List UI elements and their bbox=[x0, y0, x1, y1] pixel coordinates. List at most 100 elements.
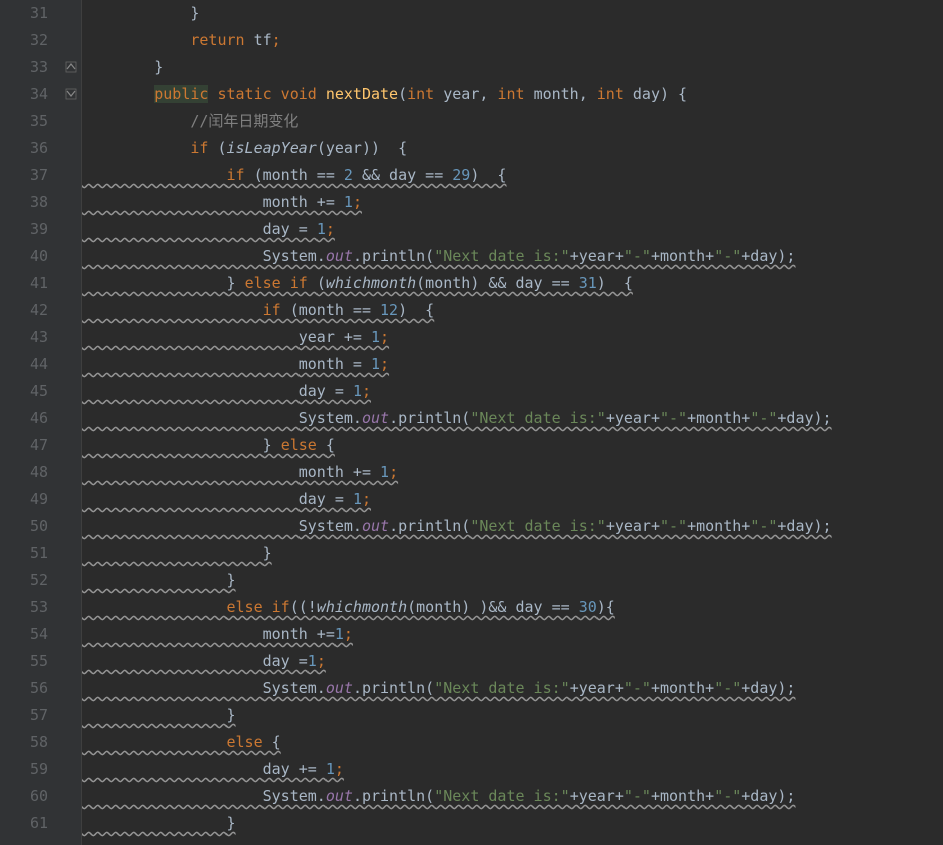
warning-underline: ~~~~~~~~~~~~~~~~~~~~~~~~~~~~~~~~~~~~~~~~… bbox=[82, 641, 418, 645]
token-param: month bbox=[534, 85, 579, 103]
token-kw: static void bbox=[217, 85, 325, 103]
warning-underline: ~~~~~~~~~~~~~~~~~~~~~~~~~~~~~~~~~~~~~~~~… bbox=[82, 290, 692, 294]
token-punc: } bbox=[154, 58, 163, 76]
line-number: 61 bbox=[0, 810, 48, 837]
warning-underline: ~~~~~~~~~~~~~~~~~~~~~~~~~~~~~~~~~~~~~~~~… bbox=[82, 722, 298, 726]
warning-underline: ~~~~~~~~~~~~~~~~~~~~~~~~~~~~~~~~~~~~~~~~… bbox=[82, 587, 298, 591]
line-number: 47 bbox=[0, 432, 48, 459]
code-line[interactable]: }~~~~~~~~~~~~~~~~~~~~~~~~~~~~~~~~~~~~~~~… bbox=[82, 540, 943, 567]
line-number: 52 bbox=[0, 567, 48, 594]
code-line[interactable]: System.out.println("Next date is:"+year+… bbox=[82, 243, 943, 270]
code-line[interactable]: } bbox=[82, 54, 943, 81]
code-line[interactable]: //闰年日期变化 bbox=[82, 108, 943, 135]
code-line[interactable]: month += 1;~~~~~~~~~~~~~~~~~~~~~~~~~~~~~… bbox=[82, 189, 943, 216]
code-line[interactable]: day =1;~~~~~~~~~~~~~~~~~~~~~~~~~~~~~~~~~… bbox=[82, 648, 943, 675]
code-line[interactable]: System.out.println("Next date is:"+year+… bbox=[82, 675, 943, 702]
code-editor[interactable]: 3132333435363738394041424344454647484950… bbox=[0, 0, 943, 845]
code-line[interactable]: }~~~~~~~~~~~~~~~~~~~~~~~~~~~~~~~~~~~~~~~… bbox=[82, 810, 943, 837]
code-line[interactable]: } bbox=[82, 0, 943, 27]
token-punc: , bbox=[579, 85, 597, 103]
warning-underline: ~~~~~~~~~~~~~~~~~~~~~~~~~~~~~~~~~~~~~~~~… bbox=[82, 749, 344, 753]
code-line[interactable]: System.out.println("Next date is:"+year+… bbox=[82, 513, 943, 540]
code-line[interactable]: } else {~~~~~~~~~~~~~~~~~~~~~~~~~~~~~~~~… bbox=[82, 432, 943, 459]
line-number: 59 bbox=[0, 756, 48, 783]
warning-underline: ~~~~~~~~~~~~~~~~~~~~~~~~~~~~~~~~~~~~~~~~… bbox=[82, 614, 682, 618]
code-line[interactable]: if (isLeapYear(year)) { bbox=[82, 135, 943, 162]
warning-underline: ~~~~~~~~~~~~~~~~~~~~~~~~~~~~~~~~~~~~~~~~… bbox=[82, 263, 862, 267]
code-line[interactable]: day = 1;~~~~~~~~~~~~~~~~~~~~~~~~~~~~~~~~… bbox=[82, 216, 943, 243]
code-line[interactable]: else if((!whichmonth(month) )&& day == 3… bbox=[82, 594, 943, 621]
line-number: 55 bbox=[0, 648, 48, 675]
line-number: 42 bbox=[0, 297, 48, 324]
code-line[interactable]: day = 1;~~~~~~~~~~~~~~~~~~~~~~~~~~~~~~~~… bbox=[82, 378, 943, 405]
token-punc: ) { bbox=[660, 85, 687, 103]
line-number: 33 bbox=[0, 54, 48, 81]
code-line[interactable]: System.out.println("Next date is:"+year+… bbox=[82, 783, 943, 810]
warning-underline: ~~~~~~~~~~~~~~~~~~~~~~~~~~~~~~~~~~~~~~~~… bbox=[82, 560, 334, 564]
token-kw: return bbox=[190, 31, 253, 49]
line-number: 56 bbox=[0, 675, 48, 702]
warning-underline: ~~~~~~~~~~~~~~~~~~~~~~~~~~~~~~~~~~~~~~~~… bbox=[82, 506, 434, 510]
line-number: 36 bbox=[0, 135, 48, 162]
code-line[interactable]: month +=1;~~~~~~~~~~~~~~~~~~~~~~~~~~~~~~… bbox=[82, 621, 943, 648]
line-number: 53 bbox=[0, 594, 48, 621]
code-line[interactable]: public static void nextDate(int year, in… bbox=[82, 81, 943, 108]
line-number: 58 bbox=[0, 729, 48, 756]
code-line[interactable]: } else if (whichmonth(month) && day == 3… bbox=[82, 270, 943, 297]
token-kw: if bbox=[190, 139, 217, 157]
warning-underline: ~~~~~~~~~~~~~~~~~~~~~~~~~~~~~~~~~~~~~~~~… bbox=[82, 776, 403, 780]
fold-open-icon[interactable] bbox=[64, 88, 78, 102]
line-number: 44 bbox=[0, 351, 48, 378]
warning-underline: ~~~~~~~~~~~~~~~~~~~~~~~~~~~~~~~~~~~~~~~~… bbox=[82, 452, 400, 456]
line-number: 51 bbox=[0, 540, 48, 567]
line-number: 45 bbox=[0, 378, 48, 405]
line-number: 60 bbox=[0, 783, 48, 810]
line-number: 43 bbox=[0, 324, 48, 351]
code-line[interactable]: day += 1;~~~~~~~~~~~~~~~~~~~~~~~~~~~~~~~… bbox=[82, 756, 943, 783]
warning-underline: ~~~~~~~~~~~~~~~~~~~~~~~~~~~~~~~~~~~~~~~~… bbox=[82, 344, 450, 348]
token-punc: ( bbox=[398, 85, 407, 103]
line-number: 38 bbox=[0, 189, 48, 216]
warning-underline: ~~~~~~~~~~~~~~~~~~~~~~~~~~~~~~~~~~~~~~~~… bbox=[82, 695, 862, 699]
code-line[interactable]: return tf; bbox=[82, 27, 943, 54]
token-punc: ( bbox=[217, 139, 226, 157]
token-kw-hl: public bbox=[154, 85, 208, 103]
code-line[interactable]: if (month == 12) {~~~~~~~~~~~~~~~~~~~~~~… bbox=[82, 297, 943, 324]
line-number-gutter: 3132333435363738394041424344454647484950… bbox=[0, 0, 60, 845]
warning-underline: ~~~~~~~~~~~~~~~~~~~~~~~~~~~~~~~~~~~~~~~~… bbox=[82, 371, 452, 375]
token-param: year bbox=[443, 85, 479, 103]
line-number: 37 bbox=[0, 162, 48, 189]
token-param: day bbox=[633, 85, 660, 103]
fold-close-icon[interactable] bbox=[64, 61, 78, 75]
code-line[interactable]: if (month == 2 && day == 29) {~~~~~~~~~~… bbox=[82, 162, 943, 189]
warning-underline: ~~~~~~~~~~~~~~~~~~~~~~~~~~~~~~~~~~~~~~~~… bbox=[82, 317, 492, 321]
code-line[interactable]: day = 1;~~~~~~~~~~~~~~~~~~~~~~~~~~~~~~~~… bbox=[82, 486, 943, 513]
warning-underline: ~~~~~~~~~~~~~~~~~~~~~~~~~~~~~~~~~~~~~~~~… bbox=[82, 236, 396, 240]
line-number: 50 bbox=[0, 513, 48, 540]
token-ident-italic: isLeapYear bbox=[227, 139, 317, 157]
warning-underline: ~~~~~~~~~~~~~~~~~~~~~~~~~~~~~~~~~~~~~~~~… bbox=[82, 668, 387, 672]
code-line[interactable]: else {~~~~~~~~~~~~~~~~~~~~~~~~~~~~~~~~~~… bbox=[82, 729, 943, 756]
token-param: tf bbox=[254, 31, 272, 49]
warning-underline: ~~~~~~~~~~~~~~~~~~~~~~~~~~~~~~~~~~~~~~~~… bbox=[82, 803, 862, 807]
token-punc: (year)) { bbox=[317, 139, 407, 157]
line-number: 48 bbox=[0, 459, 48, 486]
line-number: 40 bbox=[0, 243, 48, 270]
line-number: 57 bbox=[0, 702, 48, 729]
token-fn: nextDate bbox=[326, 85, 398, 103]
code-line[interactable]: }~~~~~~~~~~~~~~~~~~~~~~~~~~~~~~~~~~~~~~~… bbox=[82, 702, 943, 729]
warning-underline: ~~~~~~~~~~~~~~~~~~~~~~~~~~~~~~~~~~~~~~~~… bbox=[82, 533, 897, 537]
code-line[interactable]: }~~~~~~~~~~~~~~~~~~~~~~~~~~~~~~~~~~~~~~~… bbox=[82, 567, 943, 594]
code-line[interactable]: year += 1;~~~~~~~~~~~~~~~~~~~~~~~~~~~~~~… bbox=[82, 324, 943, 351]
line-number: 31 bbox=[0, 0, 48, 27]
code-line[interactable]: System.out.println("Next date is:"+year+… bbox=[82, 405, 943, 432]
warning-underline: ~~~~~~~~~~~~~~~~~~~~~~~~~~~~~~~~~~~~~~~~… bbox=[82, 425, 897, 429]
code-line[interactable]: month = 1;~~~~~~~~~~~~~~~~~~~~~~~~~~~~~~… bbox=[82, 351, 943, 378]
code-line[interactable]: month += 1;~~~~~~~~~~~~~~~~~~~~~~~~~~~~~… bbox=[82, 459, 943, 486]
token-type: int bbox=[407, 85, 443, 103]
line-number: 54 bbox=[0, 621, 48, 648]
warning-underline: ~~~~~~~~~~~~~~~~~~~~~~~~~~~~~~~~~~~~~~~~… bbox=[82, 182, 562, 186]
token-semi: ; bbox=[272, 31, 281, 49]
code-area[interactable]: } return tf; } public static void nextDa… bbox=[82, 0, 943, 845]
warning-underline: ~~~~~~~~~~~~~~~~~~~~~~~~~~~~~~~~~~~~~~~~… bbox=[82, 479, 461, 483]
